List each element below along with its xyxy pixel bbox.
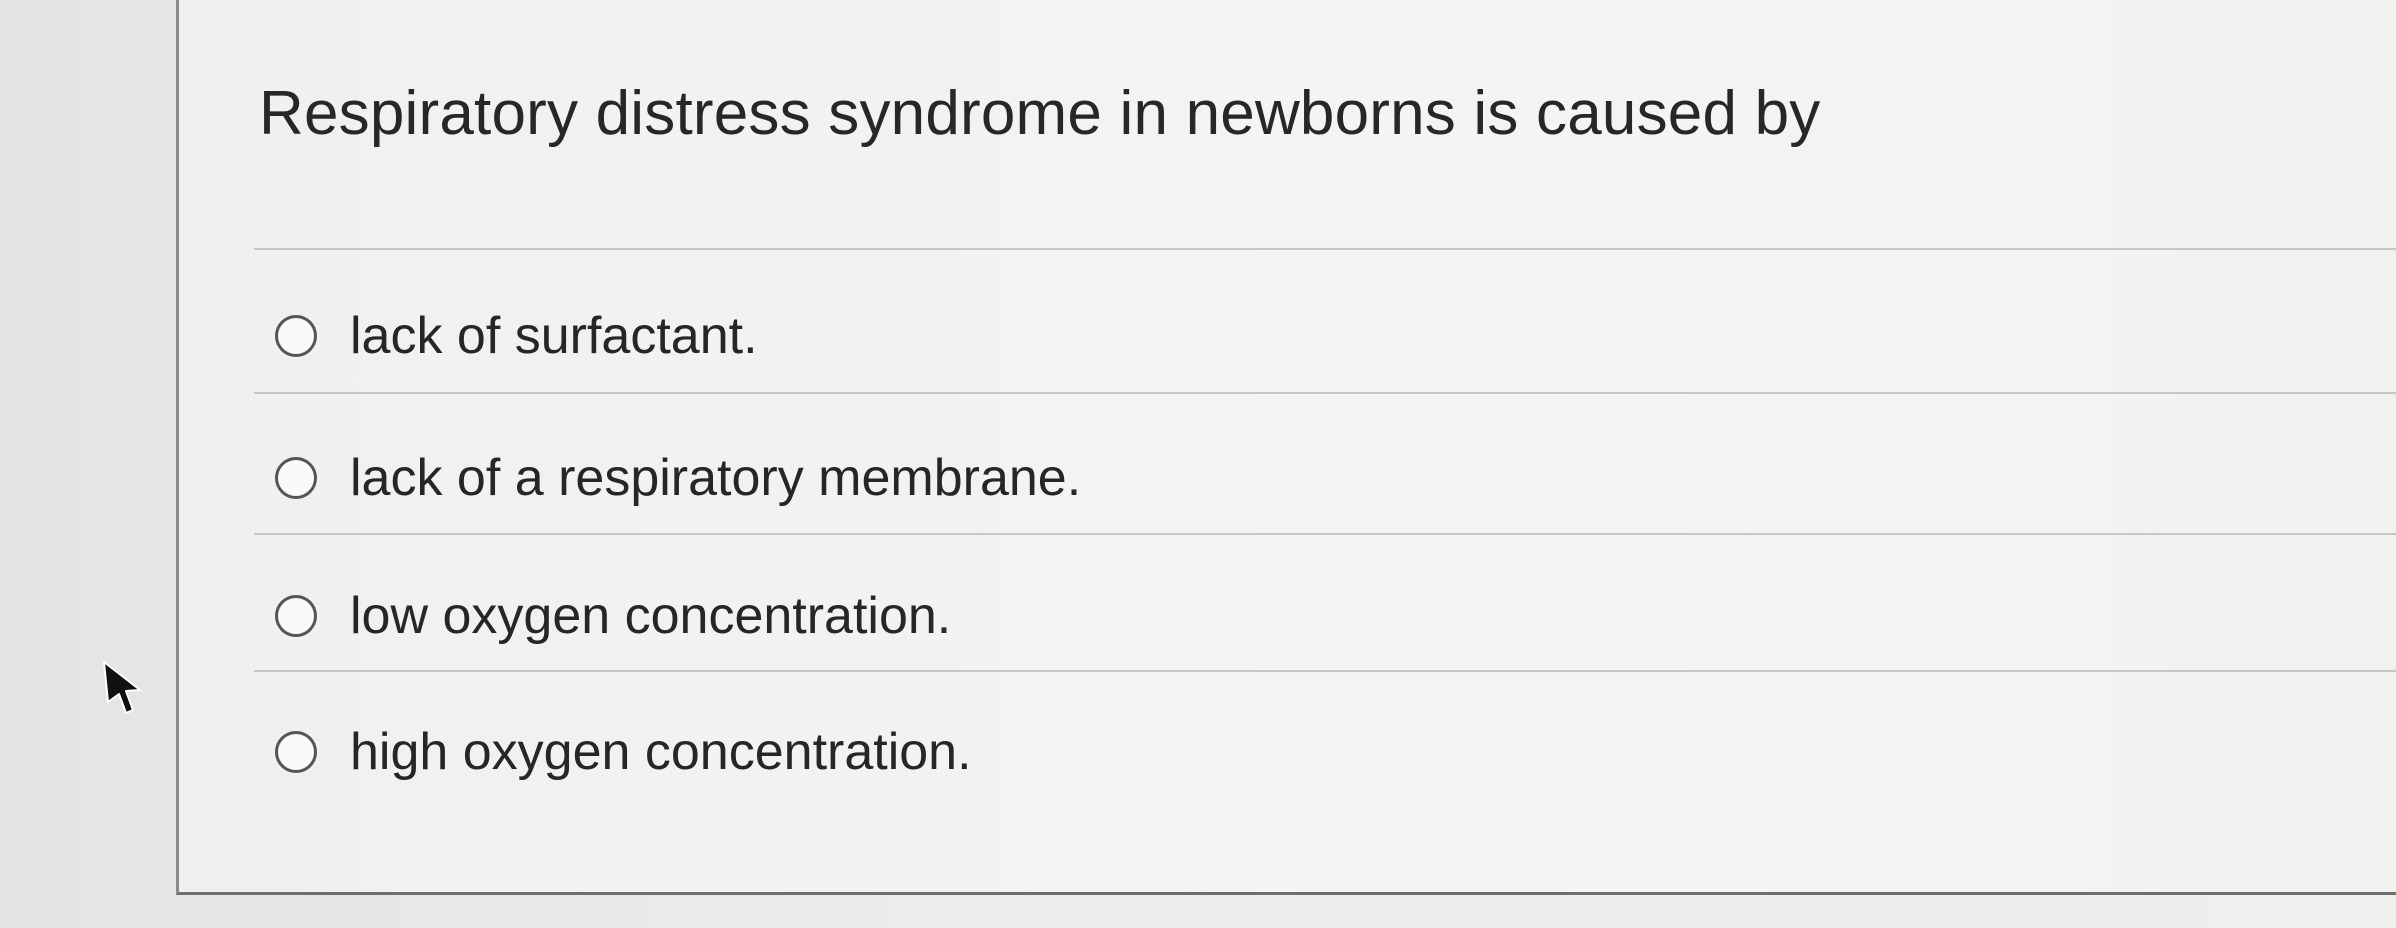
divider (254, 392, 2396, 394)
divider (254, 248, 2396, 250)
answer-label: lack of a respiratory membrane. (350, 449, 1082, 507)
question-card: Respiratory distress syndrome in newborn… (176, 0, 2396, 895)
radio-button[interactable] (275, 315, 317, 357)
answer-label: high oxygen concentration. (350, 723, 972, 781)
divider (254, 533, 2396, 535)
radio-button[interactable] (275, 595, 317, 637)
question-text: Respiratory distress syndrome in newborn… (259, 79, 1821, 148)
divider (254, 670, 2396, 672)
quiz-page: Respiratory distress syndrome in newborn… (0, 0, 2396, 928)
answer-option-1[interactable]: lack of surfactant. (275, 306, 758, 366)
mouse-pointer-icon (103, 661, 141, 714)
answer-label: lack of surfactant. (350, 307, 758, 365)
answer-option-3[interactable]: low oxygen concentration. (275, 586, 951, 646)
answer-option-2[interactable]: lack of a respiratory membrane. (275, 448, 1081, 508)
radio-button[interactable] (275, 731, 317, 773)
answer-option-4[interactable]: high oxygen concentration. (275, 722, 972, 782)
answer-label: low oxygen concentration. (350, 587, 952, 645)
radio-button[interactable] (275, 457, 317, 499)
